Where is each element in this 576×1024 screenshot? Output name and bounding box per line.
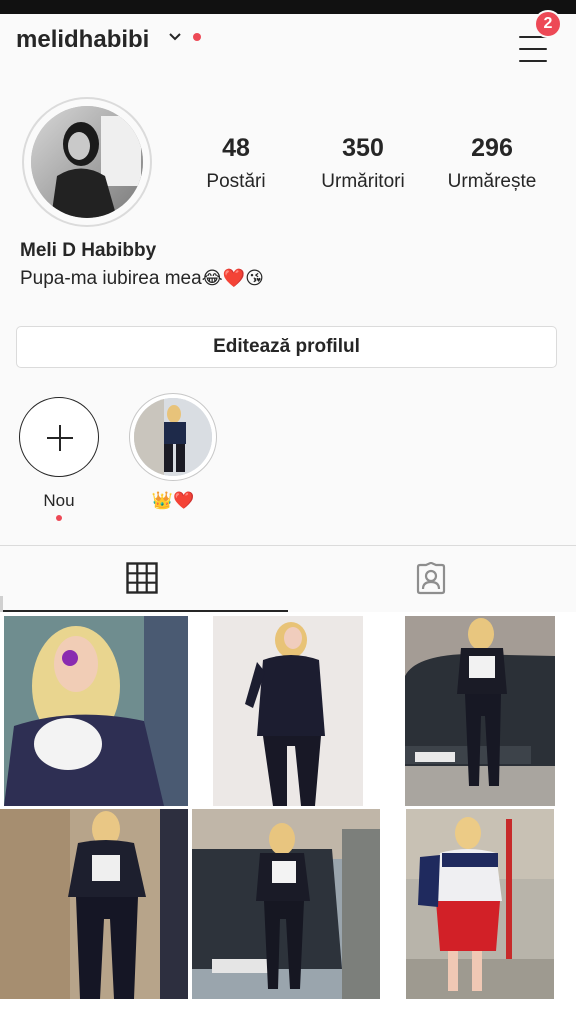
post-thumbnail[interactable] xyxy=(0,809,188,999)
posts-count[interactable]: 48 Postări xyxy=(176,134,296,193)
post-thumbnail[interactable] xyxy=(4,616,188,806)
profile-avatar-ring[interactable] xyxy=(22,97,152,227)
post-thumbnail[interactable] xyxy=(405,616,555,806)
chevron-down-icon[interactable] xyxy=(168,30,182,44)
tab-tagged[interactable] xyxy=(288,546,576,612)
followers-label: Urmăritori xyxy=(321,171,405,192)
posts-label: Postări xyxy=(206,171,266,192)
post-thumbnail[interactable] xyxy=(213,616,363,806)
following-number: 296 xyxy=(471,134,513,162)
plus-icon xyxy=(59,425,61,451)
post-thumbnail[interactable] xyxy=(192,809,380,999)
following-count[interactable]: 296 Urmărește xyxy=(432,134,552,193)
bio-text: Pupa-ma iubirea mea xyxy=(20,268,202,289)
profile-bio: Pupa-ma iubirea mea😂❤️😘 xyxy=(20,268,264,290)
highlight-new-dot xyxy=(56,515,62,521)
highlight-ring[interactable] xyxy=(129,393,217,481)
post-thumbnail[interactable] xyxy=(406,809,554,999)
highlight-label: 👑❤️ xyxy=(151,491,195,510)
hamburger-icon xyxy=(519,48,547,50)
highlight-new[interactable]: Nou xyxy=(14,397,104,521)
posts-number: 48 xyxy=(222,134,250,162)
hamburger-icon xyxy=(519,60,547,62)
username-switcher[interactable]: melidhabibi xyxy=(16,26,149,54)
following-label: Urmărește xyxy=(447,171,537,192)
highlight-new-circle[interactable] xyxy=(19,397,99,477)
bio-emoji: 😂❤️😘 xyxy=(201,268,264,288)
followers-count[interactable]: 350 Urmăritori xyxy=(303,134,423,193)
tagged-person-icon xyxy=(416,562,446,595)
followers-number: 350 xyxy=(342,134,384,162)
avatar[interactable] xyxy=(31,106,143,218)
grid-icon xyxy=(126,562,158,594)
highlight-item[interactable]: 👑❤️ xyxy=(128,393,218,511)
posts-grid xyxy=(0,612,576,1024)
profile-full-name: Meli D Habibby xyxy=(20,240,157,261)
status-bar xyxy=(0,0,576,14)
notification-dot xyxy=(193,33,201,41)
tab-grid[interactable] xyxy=(0,546,288,612)
highlight-new-label: Nou xyxy=(43,491,75,510)
highlight-photo[interactable] xyxy=(134,398,212,476)
notification-badge: 2 xyxy=(534,10,562,38)
edit-profile-button[interactable]: Editează profilul xyxy=(16,326,557,368)
